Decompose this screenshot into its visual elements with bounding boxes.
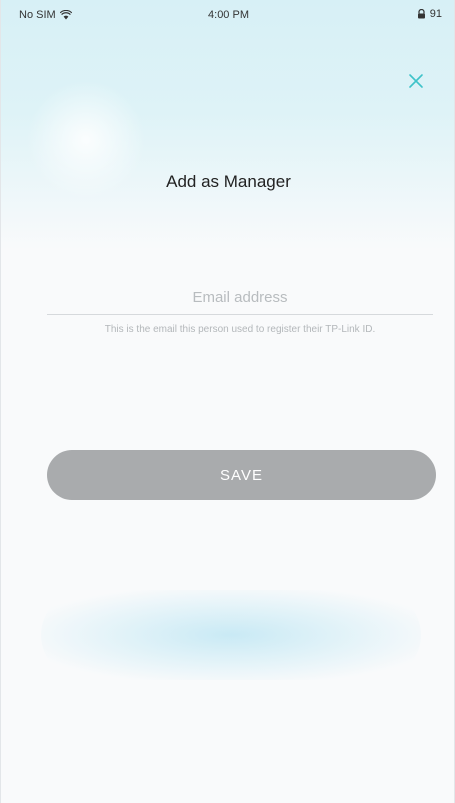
close-button[interactable] [402, 69, 430, 97]
email-helper-text: This is the email this person used to re… [104, 324, 376, 335]
save-button[interactable]: SAVE [47, 450, 436, 500]
email-field[interactable] [47, 280, 433, 315]
add-manager-screen: No SIM 4:00 PM 91 Add as Manager Email a… [0, 0, 455, 803]
battery-indicator: 91 [417, 8, 442, 20]
status-bar: No SIM 4:00 PM 91 [1, 0, 454, 30]
decorative-glow [41, 590, 421, 680]
status-time: 4:00 PM [208, 9, 249, 21]
lock-icon [417, 9, 426, 19]
page-title: Add as Manager [166, 172, 291, 191]
battery-label: 91 [429, 8, 442, 20]
close-icon [408, 73, 424, 94]
